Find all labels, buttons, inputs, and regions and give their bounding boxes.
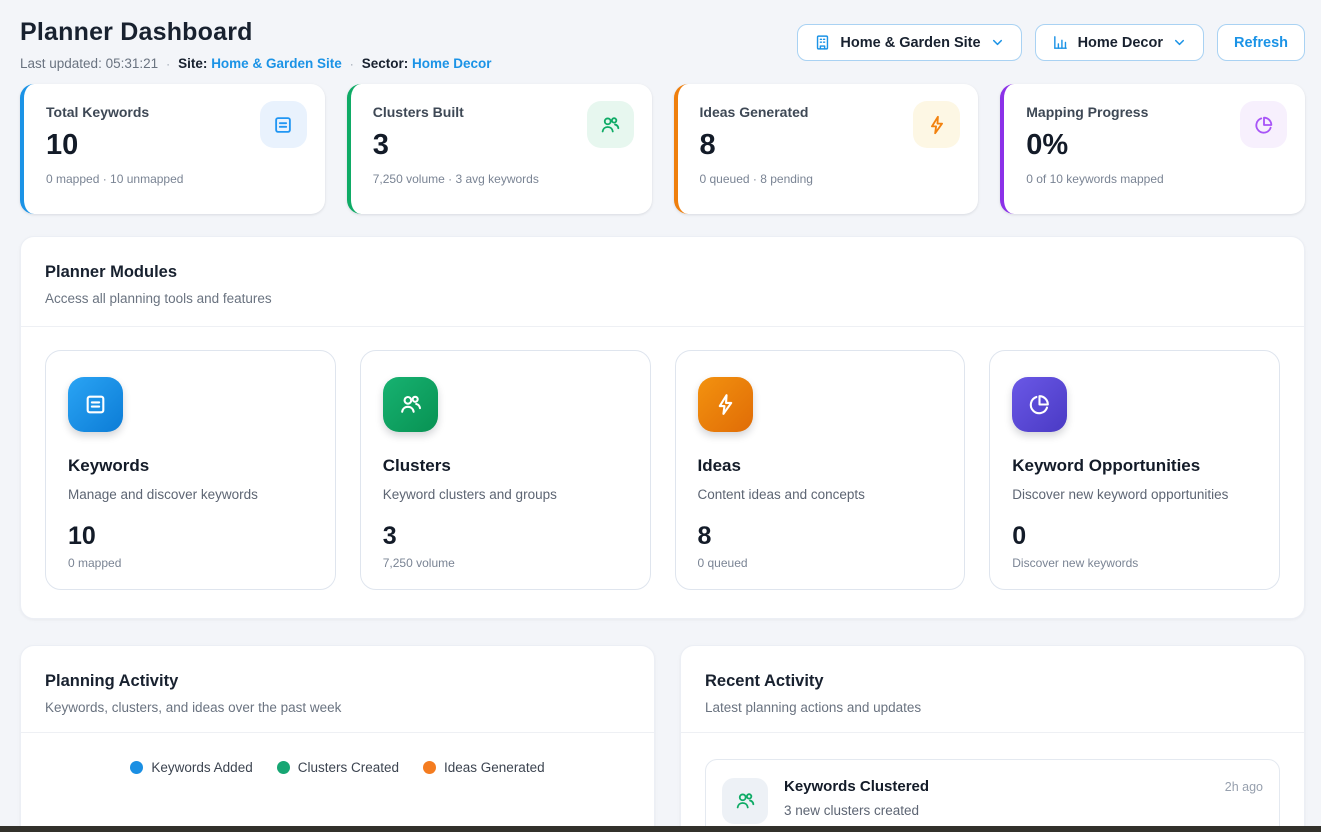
module-value: 3	[383, 522, 628, 551]
refresh-button[interactable]: Refresh	[1217, 24, 1305, 61]
legend-dot-icon	[277, 761, 290, 774]
activity-panel-header: Planning Activity Keywords, clusters, an…	[21, 646, 654, 732]
building-icon	[814, 34, 831, 51]
stat-subtext: 0 of 10 keywords mapped	[1026, 172, 1287, 186]
module-description: Discover new keyword opportunities	[1012, 487, 1257, 502]
legend-dot-icon	[130, 761, 143, 774]
modules-panel-header: Planner Modules Access all planning tool…	[21, 237, 1304, 326]
divider	[21, 732, 654, 733]
users-icon	[722, 778, 768, 824]
recent-panel-subtitle: Latest planning actions and updates	[705, 700, 1280, 715]
stat-card-clusters-built: Clusters Built 3 7,250 volume · 3 avg ke…	[347, 84, 652, 214]
sector-link[interactable]: Home Decor	[412, 56, 492, 71]
last-updated-label: Last updated: 05:31:21	[20, 56, 158, 71]
chevron-down-icon	[990, 35, 1005, 50]
sector-selector-dropdown[interactable]: Home Decor	[1035, 24, 1204, 61]
planning-activity-panel: Planning Activity Keywords, clusters, an…	[20, 645, 655, 832]
module-value: 8	[698, 522, 943, 551]
planner-modules-panel: Planner Modules Access all planning tool…	[20, 236, 1305, 619]
modules-panel-title: Planner Modules	[45, 263, 1280, 282]
bottom-row: Planning Activity Keywords, clusters, an…	[20, 645, 1305, 832]
chart-legend: Keywords Added Clusters Created Ideas Ge…	[21, 760, 654, 775]
recent-panel-title: Recent Activity	[705, 672, 1280, 691]
modules-grid: Keywords Manage and discover keywords 10…	[21, 327, 1304, 618]
stat-subtext: 0 mapped · 10 unmapped	[46, 172, 307, 186]
module-card-keywords[interactable]: Keywords Manage and discover keywords 10…	[45, 350, 336, 590]
module-description: Keyword clusters and groups	[383, 487, 628, 502]
recent-panel-header: Recent Activity Latest planning actions …	[681, 646, 1304, 732]
header-left: Planner Dashboard Last updated: 05:31:21…	[20, 18, 492, 71]
page-title: Planner Dashboard	[20, 18, 492, 47]
stat-subtext: 0 queued · 8 pending	[700, 172, 961, 186]
meta-separator: ·	[350, 57, 354, 71]
module-subtext: 0 mapped	[68, 556, 313, 570]
stat-subtext: 7,250 volume · 3 avg keywords	[373, 172, 634, 186]
recent-item-description: 3 new clusters created	[784, 803, 1263, 818]
header-meta: Last updated: 05:31:21 · Site: Home & Ga…	[20, 56, 492, 71]
module-subtext: 7,250 volume	[383, 556, 628, 570]
module-subtext: Discover new keywords	[1012, 556, 1257, 570]
site-link[interactable]: Home & Garden Site	[211, 56, 342, 71]
stat-card-ideas-generated: Ideas Generated 8 0 queued · 8 pending	[674, 84, 979, 214]
module-description: Content ideas and concepts	[698, 487, 943, 502]
module-card-clusters[interactable]: Clusters Keyword clusters and groups 3 7…	[360, 350, 651, 590]
users-icon	[587, 101, 634, 148]
recent-item-title: Keywords Clustered	[784, 778, 929, 795]
module-value: 10	[68, 522, 313, 551]
legend-dot-icon	[423, 761, 436, 774]
site-selector-dropdown[interactable]: Home & Garden Site	[797, 24, 1021, 61]
legend-item-clusters-created[interactable]: Clusters Created	[277, 760, 399, 775]
activity-chart: Keywords Added Clusters Created Ideas Ge…	[21, 760, 654, 832]
bar-chart-icon	[1052, 34, 1069, 51]
module-description: Manage and discover keywords	[68, 487, 313, 502]
recent-activity-item[interactable]: Keywords Clustered 2h ago 3 new clusters…	[705, 759, 1280, 832]
module-title: Clusters	[383, 456, 628, 476]
stat-card-mapping-progress: Mapping Progress 0% 0 of 10 keywords map…	[1000, 84, 1305, 214]
stats-row: Total Keywords 10 0 mapped · 10 unmapped…	[20, 84, 1305, 214]
recent-item-timestamp: 2h ago	[1225, 780, 1263, 794]
recent-activity-panel: Recent Activity Latest planning actions …	[680, 645, 1305, 832]
legend-item-keywords-added[interactable]: Keywords Added	[130, 760, 252, 775]
module-card-ideas[interactable]: Ideas Content ideas and concepts 8 0 que…	[675, 350, 966, 590]
lightning-icon	[698, 377, 753, 432]
module-value: 0	[1012, 522, 1257, 551]
meta-separator: ·	[166, 57, 170, 71]
page-header: Planner Dashboard Last updated: 05:31:21…	[20, 18, 1305, 71]
sector-meta: Sector: Home Decor	[362, 56, 492, 71]
lightning-icon	[913, 101, 960, 148]
module-card-keyword-opportunities[interactable]: Keyword Opportunities Discover new keywo…	[989, 350, 1280, 590]
pie-chart-icon	[1240, 101, 1287, 148]
planner-dashboard-page: Planner Dashboard Last updated: 05:31:21…	[0, 0, 1321, 832]
site-meta: Site: Home & Garden Site	[178, 56, 342, 71]
activity-panel-title: Planning Activity	[45, 672, 630, 691]
module-title: Ideas	[698, 456, 943, 476]
activity-panel-subtitle: Keywords, clusters, and ideas over the p…	[45, 700, 630, 715]
pie-chart-icon	[1012, 377, 1067, 432]
chevron-down-icon	[1172, 35, 1187, 50]
document-icon	[68, 377, 123, 432]
users-icon	[383, 377, 438, 432]
recent-item-body: Keywords Clustered 2h ago 3 new clusters…	[784, 778, 1263, 818]
stat-card-total-keywords: Total Keywords 10 0 mapped · 10 unmapped	[20, 84, 325, 214]
document-icon	[260, 101, 307, 148]
screen-bottom-bar	[0, 826, 1321, 832]
header-actions: Home & Garden Site Home Decor Refresh	[797, 24, 1305, 61]
modules-panel-subtitle: Access all planning tools and features	[45, 291, 1280, 306]
recent-activity-list: Keywords Clustered 2h ago 3 new clusters…	[681, 733, 1304, 832]
module-subtext: 0 queued	[698, 556, 943, 570]
module-title: Keyword Opportunities	[1012, 456, 1257, 476]
module-title: Keywords	[68, 456, 313, 476]
legend-item-ideas-generated[interactable]: Ideas Generated	[423, 760, 545, 775]
